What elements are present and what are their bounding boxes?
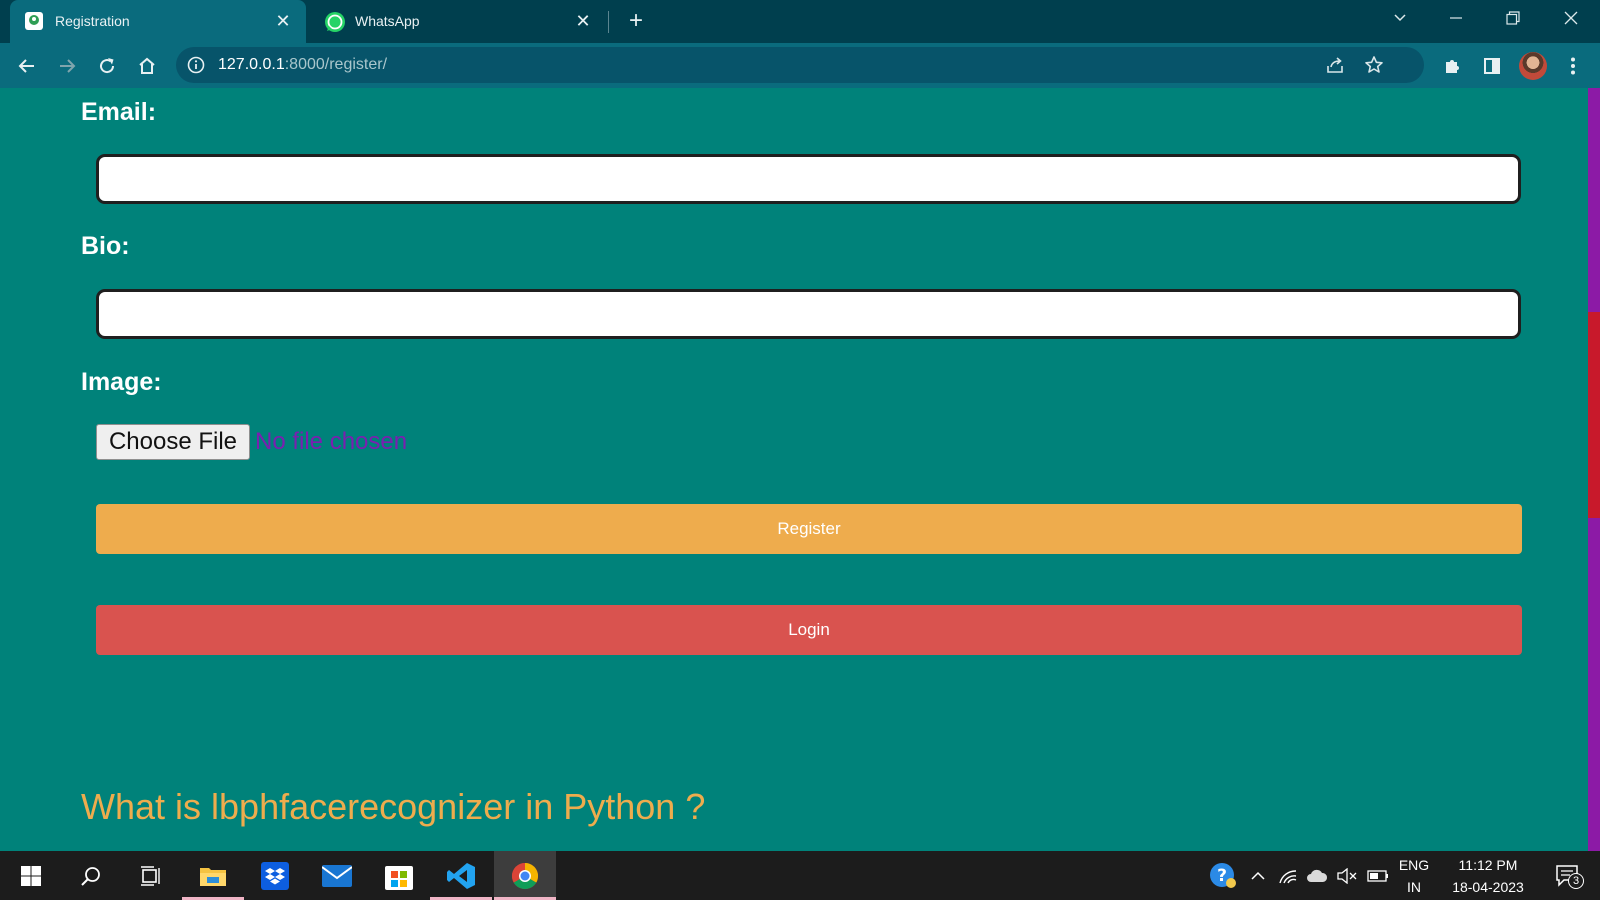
image-label: Image: — [81, 368, 162, 396]
notifications-icon[interactable]: 3 — [1548, 851, 1588, 900]
register-button[interactable]: Register — [96, 504, 1522, 554]
url-path: :8000/register/ — [284, 56, 388, 73]
tab-whatsapp[interactable]: WhatsApp ✕ — [310, 0, 606, 43]
whatsapp-favicon — [324, 11, 345, 32]
chrome-icon[interactable] — [494, 851, 556, 900]
profile-avatar[interactable] — [1519, 52, 1547, 80]
back-arrow-icon[interactable] — [12, 51, 42, 81]
email-field[interactable] — [96, 154, 1521, 204]
no-file-chosen-text: No file chosen — [255, 428, 408, 455]
registration-favicon — [24, 11, 44, 31]
tab-registration[interactable]: Registration ✕ — [10, 0, 306, 43]
forward-arrow-icon[interactable] — [52, 51, 82, 81]
bio-label: Bio: — [81, 232, 130, 260]
tab-separator — [608, 11, 609, 33]
page-scrollbar[interactable] — [1588, 88, 1600, 851]
close-tab-icon[interactable]: ✕ — [572, 10, 594, 32]
help-icon[interactable]: ? — [1205, 851, 1241, 900]
url-text: 127.0.0.1:8000/register/ — [218, 56, 387, 74]
mail-icon[interactable] — [306, 851, 368, 900]
tab-title: WhatsApp — [355, 13, 420, 29]
tab-title: Registration — [55, 13, 130, 29]
microsoft-store-icon[interactable] — [368, 851, 430, 900]
clock-time[interactable]: 11:12 PM — [1444, 857, 1532, 873]
extensions-puzzle-icon[interactable] — [1437, 51, 1467, 81]
tab-strip: Registration ✕ WhatsApp ✕ + — [0, 0, 1600, 43]
task-view-icon[interactable] — [120, 851, 182, 900]
bookmark-star-icon[interactable] — [1362, 53, 1386, 77]
windows-start-icon[interactable] — [0, 851, 62, 900]
page-viewport: Email: Bio: Image: Choose File No file c… — [0, 88, 1588, 851]
login-button[interactable]: Login — [96, 605, 1522, 655]
choose-file-button[interactable]: Choose File — [96, 424, 250, 460]
language-indicator-bottom[interactable]: IN — [1394, 879, 1434, 895]
window-close-icon[interactable] — [1549, 0, 1593, 36]
home-icon[interactable] — [132, 51, 162, 81]
page-heading: What is lbphfacerecognizer in Python ? — [81, 786, 706, 827]
new-tab-button[interactable]: + — [622, 8, 650, 36]
file-explorer-icon[interactable] — [182, 851, 244, 900]
clock-date[interactable]: 18-04-2023 — [1444, 879, 1532, 895]
wifi-icon[interactable] — [1275, 851, 1301, 900]
scrollbar-thumb[interactable] — [1588, 312, 1600, 518]
url-host: 127.0.0.1 — [218, 56, 285, 73]
battery-icon[interactable] — [1364, 851, 1392, 900]
menu-kebab-icon[interactable] — [1558, 51, 1588, 81]
share-icon[interactable] — [1323, 53, 1347, 77]
tab-search-icon[interactable] — [1378, 0, 1422, 36]
show-hidden-icons-chevron-icon[interactable] — [1246, 851, 1270, 900]
language-indicator-top[interactable]: ENG — [1394, 857, 1434, 873]
close-tab-icon[interactable]: ✕ — [272, 10, 294, 32]
volume-muted-icon[interactable] — [1334, 851, 1360, 900]
onedrive-cloud-icon[interactable] — [1303, 851, 1331, 900]
notification-count-badge: 3 — [1568, 873, 1584, 889]
minimize-icon[interactable] — [1434, 0, 1478, 36]
svg-text:?: ? — [1217, 866, 1227, 886]
bio-field[interactable] — [96, 289, 1521, 339]
reload-icon[interactable] — [92, 51, 122, 81]
restore-icon[interactable] — [1491, 0, 1535, 36]
dropbox-icon[interactable] — [244, 851, 306, 900]
search-icon[interactable] — [60, 851, 122, 900]
address-bar[interactable]: 127.0.0.1:8000/register/ — [176, 47, 1424, 83]
browser-toolbar: 127.0.0.1:8000/register/ — [0, 43, 1600, 88]
vscode-icon[interactable] — [430, 851, 492, 900]
windows-taskbar: ? ENG IN 11:12 PM 18-04-2023 3 — [0, 851, 1600, 900]
email-label: Email: — [81, 98, 157, 126]
site-info-icon[interactable] — [186, 55, 206, 75]
side-panel-icon[interactable] — [1477, 51, 1507, 81]
